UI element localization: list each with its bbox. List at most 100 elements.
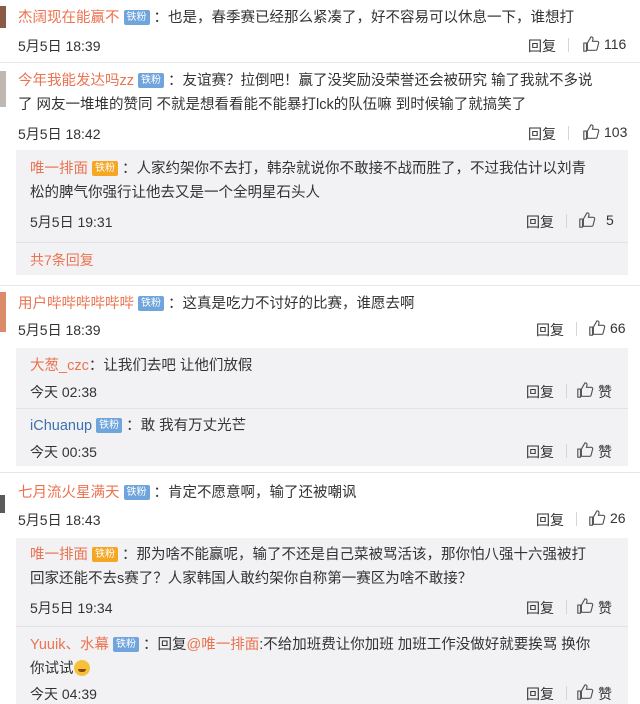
reply-button[interactable]: 回复	[528, 36, 556, 56]
like-count: 103	[604, 124, 628, 140]
timestamp: 今天 02:38	[30, 384, 97, 400]
action-divider	[566, 384, 567, 398]
username-link[interactable]: iChuanup	[30, 418, 92, 434]
reply-body: 唯一排面 铁粉 ：人家约架你不去打，韩杂就说你不敢接不战而胜了，不过我估计以刘青	[30, 157, 586, 181]
comment-feed: 杰阔现在能赢不 铁粉 ：也是，春季赛已经那么紧凑了，好不容易可以休息一下，谁想打 5…	[0, 0, 640, 704]
like-icon[interactable]	[576, 683, 594, 701]
fan-badge[interactable]: 铁粉	[138, 73, 164, 88]
timestamp: 今天 04:39	[30, 686, 97, 702]
comment-item: 今年我能发达吗zz 铁粉 ：友谊赛？拉倒吧！赢了没奖励没荣誉还会被研究 输了我就不多…	[0, 63, 640, 285]
reply-text: 那为啥不能赢呢，输了不还是自己菜被骂活该，那你怕八强十六强被打	[136, 547, 587, 563]
action-divider	[568, 38, 569, 52]
reply-text: 让我们去吧 让他们放假	[103, 358, 253, 374]
reply-text: :不给加班费让你加班 加班工作没做好就要挨骂 换你	[259, 637, 591, 653]
reply-text-cont: 回家还能不去s赛了？人家韩国人敢约架你自称第一赛区为啥不敢接？	[30, 571, 473, 587]
separator: ：	[122, 161, 137, 177]
reply-body: 大葱_czc：让我们去吧 让他们放假	[30, 354, 252, 378]
like-icon[interactable]	[576, 381, 594, 399]
timestamp: 5月5日 19:31	[30, 214, 113, 230]
grin-emoji-icon	[73, 660, 90, 676]
fan-badge[interactable]: 铁粉	[112, 637, 139, 652]
like-count: 116	[604, 36, 627, 52]
timestamp: 5月5日 18:42	[18, 126, 101, 142]
separator: ：	[153, 10, 169, 26]
reply-body: 唯一排面 铁粉 ：那为啥不能赢呢，输了不还是自己菜被骂活该，那你怕八强十六强被打	[30, 543, 586, 567]
action-divider	[566, 214, 567, 228]
reply-button[interactable]: 回复	[526, 212, 554, 232]
like-label: 赞	[598, 384, 612, 400]
reply-button[interactable]: 回复	[536, 510, 564, 530]
comment-text: 也是，春季赛已经那么紧凑了，好不容易可以休息一下，谁想打	[168, 10, 574, 26]
comment-body: 七月流火星满天 铁粉 ：肯定不愿意啊，输了还被嘲讽	[18, 481, 357, 505]
timestamp: 今天 00:35	[30, 444, 97, 460]
timestamp: 5月5日 18:39	[18, 322, 101, 338]
fan-badge[interactable]: 铁粉	[123, 485, 150, 500]
action-divider	[566, 600, 567, 614]
reply-prefix: 回复	[157, 637, 187, 653]
like-icon[interactable]	[582, 35, 600, 53]
timestamp: 5月5日 19:34	[30, 600, 113, 616]
username-link[interactable]: 杰阔现在能赢不	[18, 10, 120, 26]
comment-body: 杰阔现在能赢不 铁粉 ：也是，春季赛已经那么紧凑了，好不容易可以休息一下，谁想打	[18, 6, 574, 30]
username-link[interactable]: 今年我能发达吗zz	[18, 73, 134, 89]
fan-badge[interactable]: 铁粉	[138, 296, 164, 311]
reply-panel: 唯一排面 铁粉 ：人家约架你不去打，韩杂就说你不敢接不战而胜了，不过我估计以刘青 松…	[16, 150, 628, 275]
like-icon[interactable]	[588, 509, 606, 527]
reply-button[interactable]: 回复	[526, 684, 554, 704]
username-link[interactable]: 大葱_czc	[30, 358, 89, 374]
like-count: 66	[610, 320, 626, 336]
comment-item: 杰阔现在能赢不 铁粉 ：也是，春季赛已经那么紧凑了，好不容易可以休息一下，谁想打 5…	[0, 0, 640, 62]
action-divider	[576, 322, 577, 336]
comment-item: 七月流火星满天 铁粉 ：肯定不愿意啊，输了还被嘲讽 5月5日 18:43 回复 26…	[0, 473, 640, 704]
like-icon[interactable]	[588, 319, 606, 337]
fan-badge[interactable]: 铁粉	[92, 161, 118, 176]
like-icon[interactable]	[582, 123, 600, 141]
reply-text: 你试试	[30, 661, 74, 677]
separator: ：	[168, 73, 183, 89]
username-link[interactable]: 用户哔哔哔哔哔哔	[18, 296, 134, 312]
reply-button[interactable]: 回复	[526, 442, 554, 462]
reply-button[interactable]: 回复	[528, 124, 556, 144]
like-label: 赞	[598, 444, 612, 460]
action-divider	[576, 512, 577, 526]
fan-badge[interactable]: 铁粉	[123, 10, 150, 25]
timestamp: 5月5日 18:39	[18, 38, 101, 54]
reply-body: iChuanup 铁粉 ：敢 我有万丈光芒	[30, 414, 246, 438]
like-icon[interactable]	[578, 211, 596, 229]
username-link[interactable]: 七月流火星满天	[18, 485, 120, 501]
comment-text: 肯定不愿意啊，输了还被嘲讽	[168, 485, 357, 501]
reply-text: 人家约架你不去打，韩杂就说你不敢接不战而胜了，不过我估计以刘青	[136, 161, 587, 177]
divider	[16, 242, 628, 243]
reply-button[interactable]: 回复	[526, 598, 554, 618]
separator: ：	[153, 485, 169, 501]
more-replies-link[interactable]: 共7条回复	[30, 250, 94, 270]
mention-link[interactable]: @唯一排面	[186, 637, 259, 653]
username-link[interactable]: Yuuik、水幕	[30, 637, 109, 653]
comment-body: 用户哔哔哔哔哔哔 铁粉 ：这真是吃力不讨好的比赛，谁愿去啊	[18, 292, 415, 316]
username-link[interactable]: 唯一排面	[30, 161, 88, 177]
separator: ：	[142, 637, 158, 653]
action-divider	[566, 686, 567, 700]
comment-text: 友谊赛？拉倒吧！赢了没奖励没荣誉还会被研究 输了我就不多说	[182, 73, 593, 89]
separator: ：	[126, 418, 141, 434]
comment-text: 这真是吃力不讨好的比赛，谁愿去啊	[182, 296, 415, 312]
username-link[interactable]: 唯一排面	[30, 547, 88, 563]
like-icon[interactable]	[576, 441, 594, 459]
avatar[interactable]	[0, 292, 6, 332]
action-divider	[568, 126, 569, 140]
reply-text-cont: 你试试	[30, 657, 90, 681]
divider	[16, 626, 628, 627]
avatar[interactable]	[0, 495, 5, 513]
comment-body: 今年我能发达吗zz 铁粉 ：友谊赛？拉倒吧！赢了没奖励没荣誉还会被研究 输了我就不多…	[18, 69, 593, 93]
reply-button[interactable]: 回复	[526, 382, 554, 402]
avatar[interactable]	[0, 71, 6, 107]
reply-button[interactable]: 回复	[536, 320, 564, 340]
separator: ：	[168, 296, 183, 312]
fan-badge[interactable]: 铁粉	[92, 547, 118, 562]
separator: ：	[122, 547, 137, 563]
avatar[interactable]	[0, 6, 6, 28]
like-icon[interactable]	[576, 597, 594, 615]
fan-badge[interactable]: 铁粉	[96, 418, 123, 433]
comment-text-cont: 了 网友一堆堆的赞同 不就是想看看能不能暴打lck的队伍嘛 到时候输了就搞笑了	[18, 97, 527, 113]
divider	[16, 408, 628, 409]
